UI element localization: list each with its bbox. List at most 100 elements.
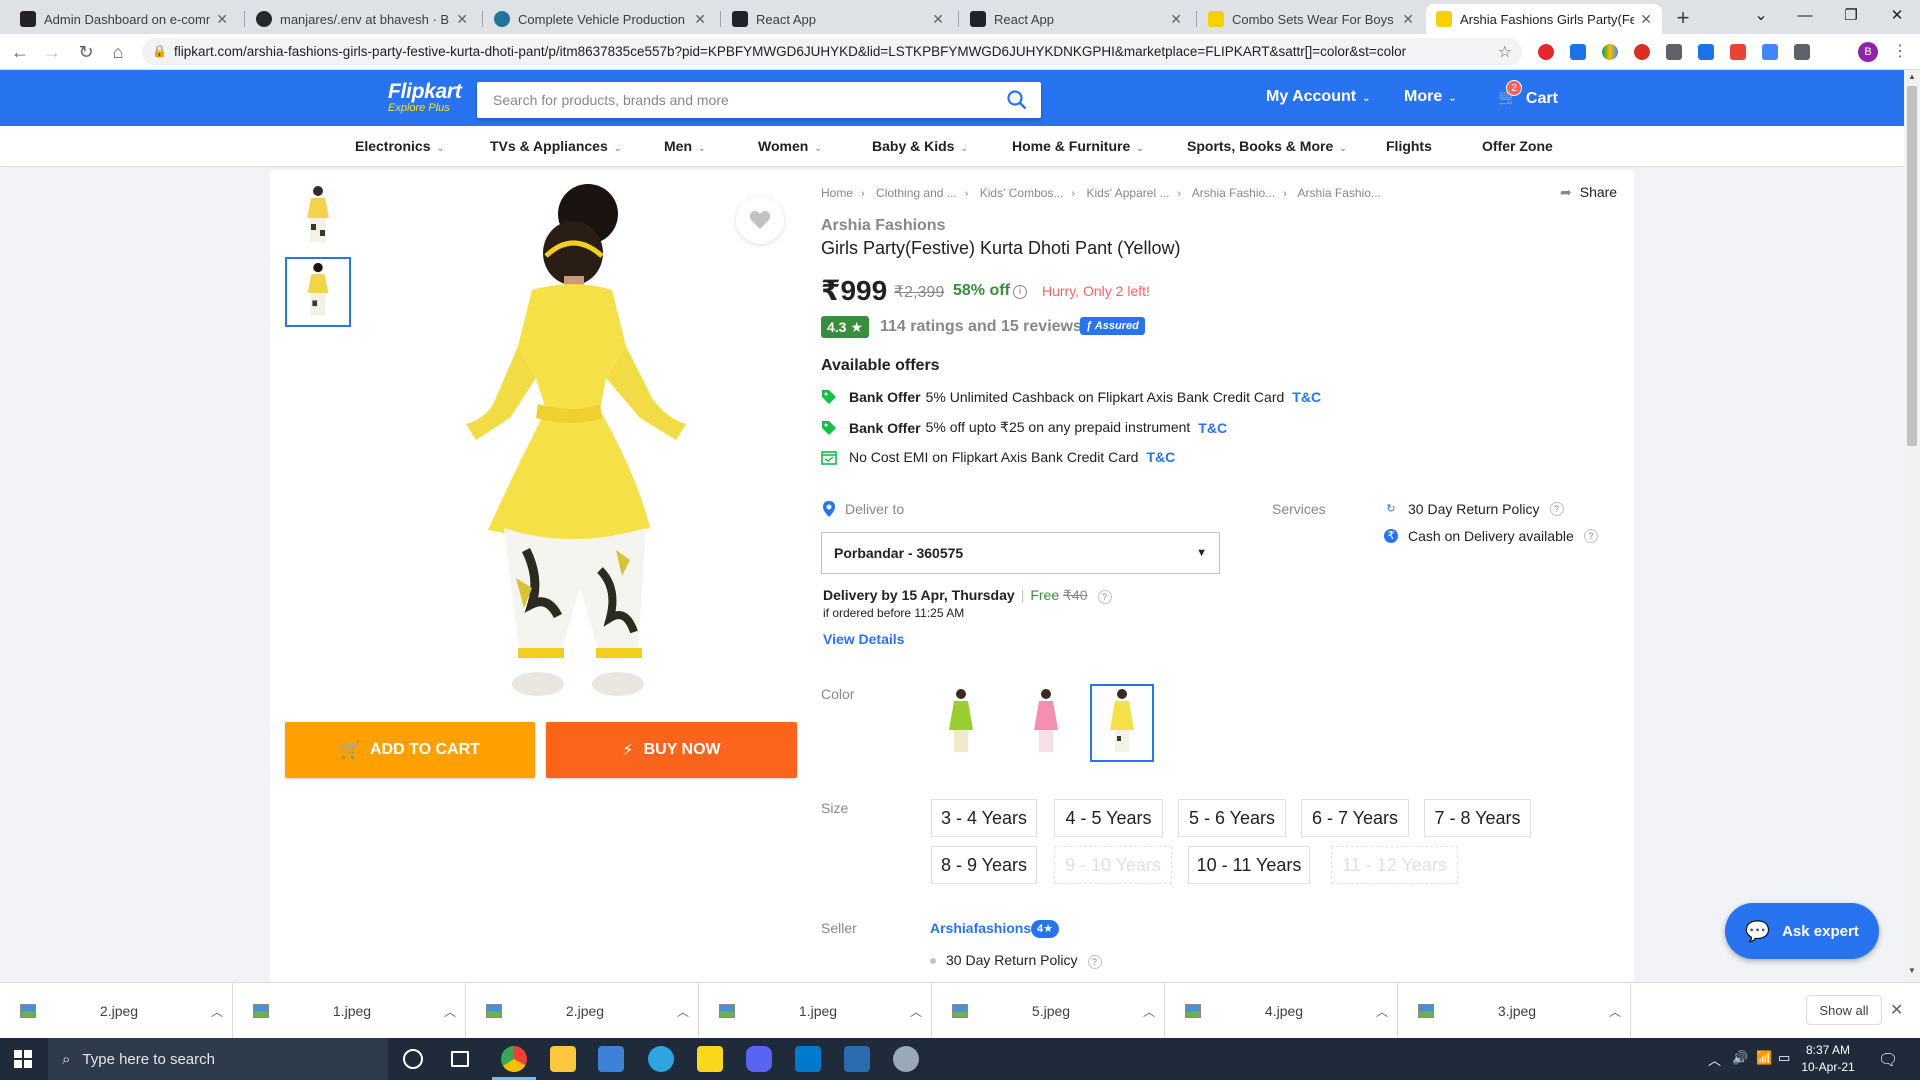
adblock-extension-icon[interactable] (1634, 44, 1650, 60)
store-icon[interactable] (598, 1046, 624, 1072)
page-scrollbar[interactable]: ▲ ▼ (1904, 70, 1920, 982)
breadcrumb-item[interactable]: Kids' Combos... (980, 186, 1064, 200)
taskbar-search[interactable]: ⌕ Type here to search (48, 1038, 388, 1080)
chevron-up-icon[interactable]: ︿ (668, 1003, 698, 1020)
drive-extension-icon[interactable] (1602, 44, 1618, 60)
chevron-up-icon[interactable]: ︿ (435, 1003, 465, 1020)
download-item[interactable]: 2.jpeg ︿ (0, 983, 233, 1039)
product-thumbnail-2-selected[interactable] (285, 257, 351, 327)
terms-link[interactable]: T&C (1292, 389, 1321, 405)
category-home-furniture[interactable]: Home & Furniture ⌄ (1012, 138, 1144, 154)
size-option[interactable]: 8 - 9 Years (931, 846, 1037, 884)
puzzle-extensions-icon[interactable] (1794, 44, 1810, 60)
bookmark-star-icon[interactable]: ☆ (1498, 42, 1512, 62)
terms-link[interactable]: T&C (1146, 449, 1175, 465)
category-baby-kids[interactable]: Baby & Kids ⌄ (872, 138, 968, 154)
seller-name-link[interactable]: Arshiafashions (930, 920, 1031, 936)
breadcrumb-item[interactable]: Clothing and ... (876, 186, 957, 200)
address-bar[interactable]: 🔒 flipkart.com/arshia-fashions-girls-par… (142, 38, 1522, 66)
settings-gear-icon[interactable] (893, 1046, 919, 1072)
new-tab-icon[interactable]: + (1670, 6, 1696, 32)
vscode-icon[interactable] (795, 1046, 821, 1072)
menu-dots-icon[interactable]: ⋮ (1888, 40, 1912, 64)
close-download-bar-icon[interactable]: ✕ (1890, 1000, 1903, 1020)
minimize-icon[interactable]: — (1782, 0, 1828, 34)
category-sports-books[interactable]: Sports, Books & More ⌄ (1187, 138, 1347, 154)
help-icon[interactable]: ? (1097, 590, 1112, 604)
opera-extension-icon[interactable] (1538, 44, 1554, 60)
ask-expert-button[interactable]: 💬 Ask expert (1725, 903, 1879, 959)
breadcrumb-item[interactable]: Arshia Fashio... (1298, 186, 1381, 200)
close-tab-icon[interactable]: ✕ (1402, 11, 1414, 28)
category-offer-zone[interactable]: Offer Zone (1482, 138, 1553, 154)
search-input[interactable] (477, 82, 977, 118)
help-icon[interactable]: ? (1087, 955, 1102, 969)
system-clock[interactable]: 8:37 AM 10-Apr-21 (1794, 1042, 1862, 1076)
size-option[interactable]: 4 - 5 Years (1054, 799, 1163, 837)
browser-tab-2[interactable]: manjares/.env at bhavesh · Bhavesh ✕ (246, 4, 478, 34)
category-men[interactable]: Men ⌄ (664, 138, 706, 154)
chevron-up-icon[interactable]: ︿ (901, 1003, 931, 1020)
size-option[interactable]: 3 - 4 Years (931, 799, 1037, 837)
chevron-up-icon[interactable]: ︿ (1134, 1003, 1164, 1020)
my-account-menu[interactable]: My Account ⌄ (1266, 88, 1370, 106)
extension-icon[interactable] (1570, 44, 1586, 60)
browser-tab-5[interactable]: React App ✕ (960, 4, 1192, 34)
chevron-up-tray-icon[interactable]: ︿ (1708, 1050, 1721, 1069)
breadcrumb-item[interactable]: Arshia Fashio... (1192, 186, 1275, 200)
download-item[interactable]: 4.jpeg ︿ (1165, 983, 1398, 1039)
category-women[interactable]: Women ⌄ (758, 138, 822, 154)
camera-extension-icon[interactable] (1666, 44, 1682, 60)
ratings-count[interactable]: 114 ratings and 15 reviews (880, 318, 1082, 336)
browser-tab-3[interactable]: Complete Vehicle Production in ✕ (484, 4, 716, 34)
breadcrumb-item[interactable]: Home (821, 186, 853, 200)
product-thumbnail-1[interactable] (285, 182, 351, 252)
add-to-cart-button[interactable]: 🛒 ADD TO CART (285, 722, 535, 778)
browser-tab-1[interactable]: Admin Dashboard on e-commerce ✕ (10, 4, 238, 34)
chevron-up-icon[interactable]: ︿ (1367, 1003, 1397, 1020)
size-option[interactable]: 7 - 8 Years (1424, 799, 1531, 837)
color-swatch-yellow-selected[interactable] (1090, 684, 1154, 762)
chrome-icon[interactable] (501, 1046, 527, 1072)
more-menu[interactable]: More ⌄ (1404, 88, 1457, 106)
windows-start-icon[interactable] (14, 1050, 32, 1068)
view-details-link[interactable]: View Details (823, 631, 904, 647)
notifications-icon[interactable]: 🗨 (1878, 1050, 1898, 1070)
browser-tab-active[interactable]: Arshia Fashions Girls Party(Festive ✕ (1426, 4, 1662, 34)
scrollbar-thumb[interactable] (1907, 86, 1917, 446)
search-icon[interactable] (1007, 90, 1027, 110)
wishlist-button[interactable] (736, 196, 784, 244)
breadcrumb-item[interactable]: Kids' Apparel ... (1086, 186, 1169, 200)
cortana-icon[interactable] (403, 1049, 423, 1069)
browser-tab-4[interactable]: React App ✕ (722, 4, 954, 34)
discord-icon[interactable] (746, 1046, 772, 1072)
info-icon[interactable]: i (1013, 285, 1027, 299)
pincode-selector[interactable]: Porbandar - 360575 ▼ (821, 532, 1220, 574)
download-item[interactable]: 3.jpeg ︿ (1398, 983, 1631, 1039)
task-view-icon[interactable] (451, 1051, 469, 1067)
download-item[interactable]: 5.jpeg ︿ (932, 983, 1165, 1039)
terms-link[interactable]: T&C (1198, 420, 1227, 436)
browser-tab-6[interactable]: Combo Sets Wear For Boys - Buy ✕ (1198, 4, 1424, 34)
profile-avatar[interactable]: B (1858, 42, 1878, 62)
tab-search-icon[interactable]: ⌄ (1738, 0, 1784, 34)
size-option[interactable]: 5 - 6 Years (1178, 799, 1286, 837)
buy-now-button[interactable]: ⚡ BUY NOW (546, 722, 797, 778)
show-all-downloads-button[interactable]: Show all (1806, 995, 1882, 1025)
translate-extension-icon[interactable] (1762, 44, 1778, 60)
chevron-up-icon[interactable]: ︿ (202, 1003, 232, 1020)
chevron-up-icon[interactable]: ︿ (1600, 1003, 1630, 1020)
file-explorer-icon[interactable] (550, 1046, 576, 1072)
close-tab-icon[interactable]: ✕ (216, 11, 228, 28)
color-swatch-pink[interactable] (1014, 684, 1078, 762)
battery-icon[interactable]: ▭ (1778, 1050, 1790, 1066)
maximize-icon[interactable]: ❐ (1828, 0, 1874, 34)
size-option[interactable]: 10 - 11 Years (1188, 846, 1310, 884)
speaker-icon[interactable]: 🔊 (1732, 1050, 1748, 1066)
app-icon[interactable] (844, 1046, 870, 1072)
extension-icon[interactable] (1730, 44, 1746, 60)
download-item[interactable]: 2.jpeg ︿ (466, 983, 699, 1039)
forward-icon[interactable]: → (40, 40, 64, 64)
wifi-icon[interactable]: 📶 (1756, 1050, 1772, 1066)
back-icon[interactable]: ← (8, 40, 32, 64)
